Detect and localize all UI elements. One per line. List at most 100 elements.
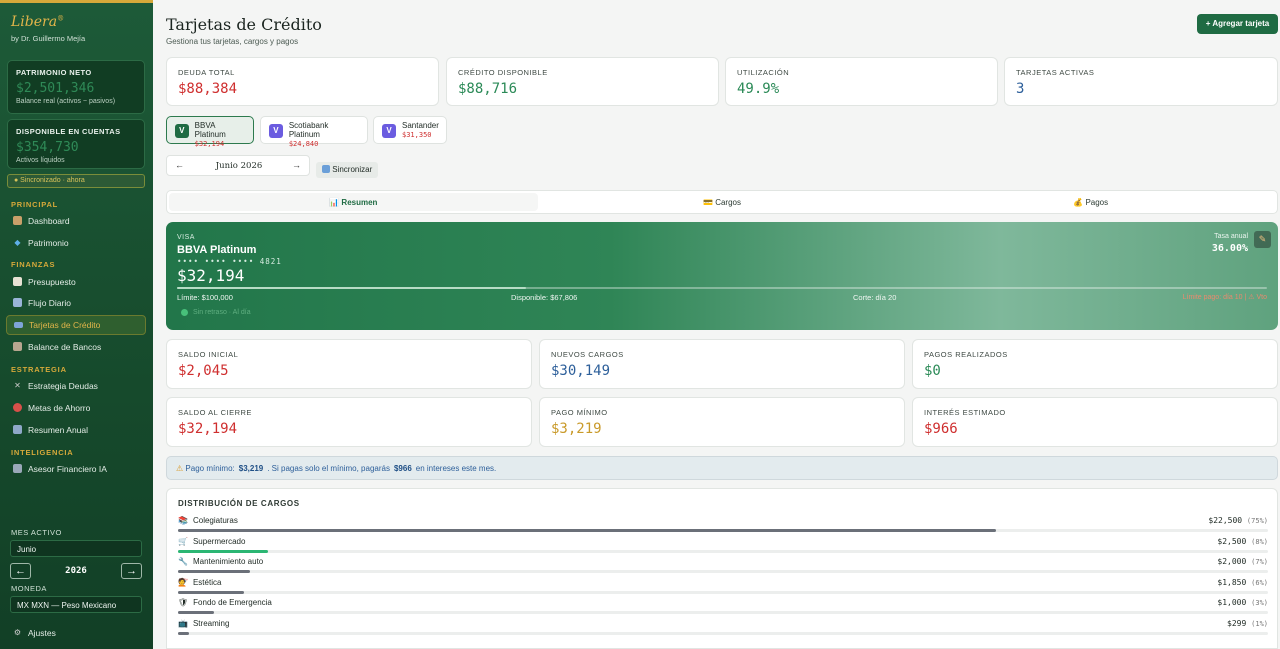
sidebar-item-label: Resumen Anual (28, 425, 89, 435)
section-principal: PRINCIPAL (11, 200, 59, 209)
category-icon: 🔧 (178, 557, 188, 567)
active-month-select[interactable]: Junio (10, 540, 142, 557)
card-detail-name: BBVA Platinum (177, 244, 257, 256)
bar-chart-icon: 📊 (329, 198, 340, 207)
distribution-bar (178, 570, 1268, 574)
category-icon: 📺 (178, 619, 188, 628)
sidebar-item-label: Flujo Diario (28, 298, 71, 308)
current-month: Junio 2026 (215, 161, 263, 171)
tab-label: Cargos (715, 198, 741, 207)
prev-year-button[interactable]: ← (10, 563, 31, 579)
alert-text: Pago mínimo: (185, 464, 235, 473)
sync-button[interactable]: Sincronizar (316, 162, 379, 178)
metric-label: SALDO AL CIERRE (178, 408, 252, 417)
currency-select[interactable]: MX MXN — Peso Mexicano (10, 596, 142, 613)
tab-cargos[interactable]: 💳 Cargos (538, 193, 907, 211)
tab-bar: 📊 Resumen 💳 Cargos 💰 Pagos (166, 190, 1278, 214)
sidebar-item-presupuesto[interactable]: Presupuesto (6, 273, 146, 293)
alert-text: . Si pagas solo el mínimo, pagarás (267, 464, 390, 473)
sidebar-item-anual[interactable]: Resumen Anual (6, 421, 146, 441)
sync-button-label: Sincronizar (332, 165, 373, 174)
payment-status: Sin retraso · Al día (181, 309, 251, 316)
category-percent: (6%) (1251, 578, 1268, 587)
sidebar-item-ahorro[interactable]: Metas de Ahorro (6, 399, 146, 419)
sidebar-item-ajustes[interactable]: ⚙ Ajustes (6, 624, 146, 644)
sidebar-item-bancos[interactable]: Balance de Bancos (6, 338, 146, 358)
category-name: Estética (192, 577, 222, 587)
metric-value: $2,045 (178, 363, 229, 379)
sidebar-item-label: Patrimonio (28, 238, 69, 248)
next-month-button[interactable]: → (292, 160, 301, 170)
pencil-icon: ✎ (1258, 234, 1267, 244)
page-subtitle: Gestiona tus tarjetas, cargos y pagos (166, 37, 299, 46)
category-percent: (1%) (1251, 620, 1268, 628)
category-amount: $2,000 (1217, 557, 1247, 567)
category-percent: (7%) (1251, 558, 1268, 567)
metric-saldo-cierre: SALDO AL CIERRE $32,194 (166, 397, 532, 447)
sidebar-item-flujo[interactable]: Flujo Diario (6, 294, 146, 314)
category-icon: 💇 (178, 577, 188, 587)
metric-value: $30,149 (551, 363, 611, 379)
stat-label: CRÉDITO DISPONIBLE (458, 68, 548, 77)
stat-utilization: UTILIZACIÓN 49.9% (725, 57, 998, 106)
next-year-button[interactable]: → (121, 563, 142, 579)
distribution-bar-fill (178, 570, 250, 574)
card-number: •••• •••• •••• 4821 (177, 257, 282, 266)
card-chip-santander[interactable]: V Santander $31,350 (373, 116, 447, 144)
charges-distribution: DISTRIBUCIÓN DE CARGOS 📚 Colegiaturas $22,… (166, 488, 1278, 649)
stat-available-credit: CRÉDITO DISPONIBLE $88,716 (446, 57, 719, 106)
distribution-bar-fill (178, 549, 269, 553)
card-name: BBVA Platinum (194, 121, 226, 139)
section-estrategia: ESTRATEGIA (11, 365, 67, 374)
year-value: 2026 (65, 566, 87, 576)
category-amount: $1,000 (1217, 598, 1247, 608)
brand-logo[interactable]: Libera® (11, 14, 85, 30)
tab-resumen[interactable]: 📊 Resumen (169, 193, 538, 211)
sidebar-item-deudas[interactable]: ✕ Estrategia Deudas (6, 377, 146, 397)
distribution-bar-fill (178, 611, 214, 615)
tab-pagos[interactable]: 💰 Pagos (906, 193, 1275, 211)
sidebar-item-tarjetas[interactable]: Tarjetas de Crédito (6, 315, 146, 335)
minimum-payment-alert: ⚠ Pago mínimo: $3,219. Si pagas solo el m… (166, 456, 1278, 480)
money-bag-icon: 💰 (1073, 198, 1084, 207)
card-chip-scotiabank[interactable]: V Scotiabank Platinum $24,840 (260, 116, 368, 148)
card-name: Scotiabank Platinum (288, 121, 329, 139)
payment-due-warning: Límite pago: día 10 | ⚠ Vto (1182, 294, 1267, 301)
visa-badge-icon: V (175, 124, 189, 138)
distribution-value: $1,000 (3%) (1217, 598, 1268, 607)
category-icon: 🛡 (178, 598, 189, 608)
category-amount: $1,850 (1217, 577, 1247, 587)
main-content: Tarjetas de Crédito Gestiona tus tarjeta… (153, 0, 1280, 649)
distribution-row: 🔧 Mantenimiento auto $2,000 (7%) (178, 557, 1268, 575)
sidebar-item-asesor[interactable]: Asesor Financiero IA (6, 460, 146, 480)
metric-label: PAGO MÍNIMO (551, 408, 608, 417)
distribution-value: $1,850 (6%) (1217, 578, 1268, 587)
available-value: $354,730 (16, 140, 79, 155)
net-worth-card: PATRIMONIO NETO $2,501,346 Balance real … (7, 60, 145, 114)
bank-icon (13, 342, 22, 351)
stat-value: $88,716 (458, 81, 518, 97)
sidebar-item-label: Presupuesto (28, 277, 76, 287)
metric-value: $3,219 (551, 421, 602, 437)
add-card-button[interactable]: + Agregar tarjeta (1197, 14, 1278, 34)
card-chip-bbva[interactable]: V BBVA Platinum $32,194 (166, 116, 254, 148)
sidebar-item-label: Balance de Bancos (28, 342, 102, 352)
alert-amount: $3,219 (238, 464, 264, 473)
distribution-label: 💇 Estética (178, 578, 221, 587)
card-limit: Límite: $100,000 (177, 293, 233, 302)
metric-value: $0 (924, 363, 941, 379)
available-card: DISPONIBLE EN CUENTAS $354,730 Activos l… (7, 119, 145, 169)
stat-active-cards: TARJETAS ACTIVAS 3 (1004, 57, 1278, 106)
sidebar-item-label: Tarjetas de Crédito (29, 320, 101, 330)
distribution-bar-fill (178, 590, 245, 594)
category-name: Streaming (192, 619, 230, 628)
sidebar-item-label: Dashboard (28, 216, 70, 226)
edit-card-button[interactable]: ✎ (1254, 231, 1271, 248)
tab-label: Resumen (341, 198, 378, 207)
net-worth-sub: Balance real (activos − pasivos) (16, 98, 116, 105)
prev-month-button[interactable]: ← (175, 160, 184, 170)
sidebar-item-patrimonio[interactable]: ◆ Patrimonio (6, 234, 146, 254)
sidebar-item-dashboard[interactable]: Dashboard (6, 212, 146, 232)
visa-badge-icon: V (382, 124, 396, 138)
robot-icon (13, 464, 22, 473)
